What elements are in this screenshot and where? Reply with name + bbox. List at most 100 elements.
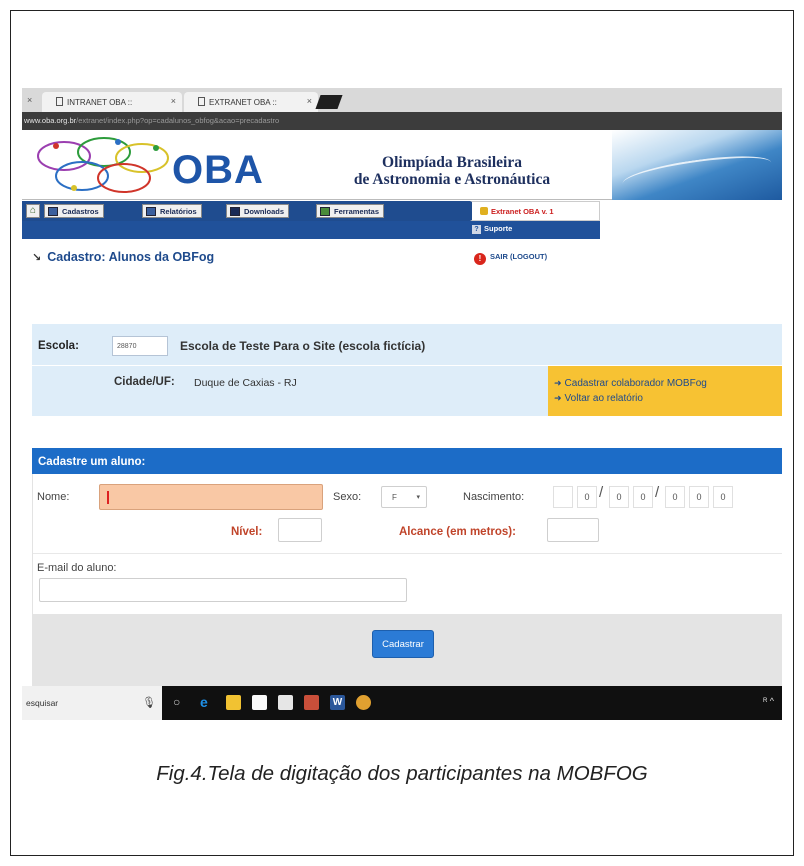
document-icon — [56, 97, 63, 106]
voltar-relatorio-link[interactable]: ➜ Voltar ao relatório — [554, 391, 782, 406]
main-menu-bar: ⌂ Cadastros Relatórios Downloads Ferrame… — [22, 201, 470, 221]
cadastrar-button[interactable]: Cadastrar — [372, 630, 434, 658]
browser-tab-strip: × INTRANET OBA :: × EXTRANET OBA :: × — [22, 88, 782, 112]
menu-item-ferramentas[interactable]: Ferramentas — [316, 204, 385, 218]
windows-taskbar: esquisar 🎙 ○ e W ᴿ ^ — [22, 686, 782, 720]
arrow-icon: ↘ — [32, 252, 42, 264]
home-icon[interactable]: ⌂ — [26, 204, 40, 218]
nascimento-blank-field[interactable] — [553, 486, 573, 508]
url-path: /extranet/index.php?op=cadalunos_obfog&a… — [76, 116, 280, 125]
search-text: esquisar — [26, 698, 59, 708]
nome-input[interactable] — [99, 484, 323, 510]
menu-item-label: Cadastros — [62, 207, 99, 216]
nivel-input[interactable] — [278, 518, 322, 542]
menu-item-cadastros[interactable]: Cadastros — [44, 204, 104, 218]
page-title-text: Cadastro: Alunos da OBFog — [47, 250, 215, 264]
cadastrar-colaborador-link[interactable]: ➜ Cadastrar colaborador MOBFog — [554, 376, 782, 391]
help-icon: ? — [472, 225, 481, 234]
word-icon[interactable]: W — [330, 695, 345, 710]
suporte-label: Suporte — [484, 224, 513, 233]
page-title: ↘ Cadastro: Alunos da OBFog — [32, 250, 214, 264]
escola-panel: Escola: 28870 Escola de Teste Para o Sit… — [32, 324, 782, 416]
store-icon[interactable] — [252, 695, 267, 710]
cidade-label: Cidade/UF: — [114, 376, 175, 388]
logout-label: SAIR (LOGOUT) — [490, 252, 548, 261]
chevron-down-icon: ▾ — [416, 494, 420, 501]
address-bar[interactable]: www.oba.org.br/extranet/index.php?op=cad… — [22, 112, 782, 130]
extranet-label: Extranet OBA v. 1 — [491, 207, 554, 216]
microphone-icon[interactable]: 🎙 — [142, 696, 156, 709]
link-label: Voltar ao relatório — [564, 393, 643, 404]
site-header: OBA Olimpíada Brasileira de Astronomia e… — [22, 130, 782, 200]
menu-item-label: Relatórios — [160, 207, 197, 216]
escola-name: Escola de Teste Para o Site (escola fict… — [180, 339, 426, 353]
site-title: Olimpíada Brasileira de Astronomia e Ast… — [322, 154, 582, 188]
stop-icon: ! — [474, 253, 486, 265]
email-input[interactable] — [39, 578, 407, 602]
relatorios-icon — [146, 207, 156, 216]
sexo-label: Sexo: — [333, 491, 362, 503]
suporte-link[interactable]: ? Suporte — [472, 224, 512, 234]
save-disk-icon — [230, 207, 240, 216]
oba-logo-text: OBA — [172, 148, 264, 192]
email-label: E-mail do aluno: — [37, 562, 117, 574]
alcance-input[interactable] — [547, 518, 599, 542]
sexo-select[interactable]: F ▾ — [381, 486, 427, 508]
tools-icon — [320, 207, 330, 216]
close-icon[interactable]: × — [27, 95, 32, 105]
close-icon[interactable]: × — [307, 96, 312, 106]
nivel-label: Nível: — [231, 526, 263, 538]
mail-icon[interactable] — [278, 695, 293, 710]
escola-label: Escola: — [38, 340, 79, 352]
app-icon[interactable] — [304, 695, 319, 710]
new-tab-button[interactable] — [315, 95, 343, 109]
menu-item-label: Ferramentas — [334, 207, 380, 216]
taskbar-search-input[interactable]: esquisar 🎙 — [22, 686, 162, 720]
form-footer: Cadastrar — [32, 614, 782, 688]
nascimento-year-2[interactable]: 0 — [713, 486, 733, 508]
menu-item-label: Downloads — [244, 207, 285, 216]
date-separator: / — [599, 484, 604, 501]
browser-tab-extranet[interactable]: EXTRANET OBA :: × — [184, 92, 318, 112]
nascimento-month-2[interactable]: 0 — [665, 486, 685, 508]
system-tray[interactable]: ᴿ ^ — [763, 696, 774, 706]
nascimento-day-1[interactable]: 0 — [577, 486, 597, 508]
cadastro-form: Nome: Sexo: F ▾ Nascimento: 0 / 0 0 / 0 … — [32, 474, 782, 614]
url-host: www.oba.org.br — [24, 116, 77, 125]
tab-label: INTRANET OBA :: — [67, 98, 133, 107]
logout-link[interactable]: ! SAIR (LOGOUT) — [474, 252, 547, 265]
alcance-label: Alcance (em metros): — [399, 526, 516, 538]
header-banner-image — [612, 130, 782, 200]
document-icon — [198, 97, 205, 106]
arrow-icon: ➜ — [554, 393, 562, 403]
figure-caption: Fig.4.Tela de digitação dos participante… — [156, 762, 648, 785]
nascimento-year-1[interactable]: 0 — [689, 486, 709, 508]
screenshot: × INTRANET OBA :: × EXTRANET OBA :: × ww… — [22, 88, 782, 720]
browser-tab-intranet[interactable]: INTRANET OBA :: × — [42, 92, 182, 112]
cidade-value: Duque de Caxias - RJ — [194, 377, 297, 389]
edge-browser-icon[interactable]: e — [200, 692, 208, 712]
oba-rings-logo-icon — [37, 137, 169, 193]
extranet-version-badge: Extranet OBA v. 1 — [470, 201, 600, 221]
nascimento-day-2[interactable]: 0 — [609, 486, 629, 508]
task-view-icon[interactable]: ○ — [173, 692, 180, 712]
sub-menu-bar: ? Suporte — [22, 221, 600, 239]
sexo-value: F — [392, 493, 397, 502]
arrow-icon: ➜ — [554, 378, 562, 388]
site-title-line1: Olimpíada Brasileira — [382, 154, 522, 171]
date-separator: / — [655, 484, 660, 501]
lock-icon — [480, 207, 488, 215]
cadastros-icon — [48, 207, 58, 216]
chrome-icon[interactable] — [356, 695, 371, 710]
menu-item-downloads[interactable]: Downloads — [226, 204, 290, 218]
close-icon[interactable]: × — [171, 96, 176, 106]
site-title-line2: de Astronomia e Astronáutica — [353, 171, 551, 188]
nome-label: Nome: — [37, 491, 70, 503]
escola-code-field: 28870 — [112, 336, 168, 356]
tab-label: EXTRANET OBA :: — [209, 98, 277, 107]
file-explorer-icon[interactable] — [226, 695, 241, 710]
nascimento-month-1[interactable]: 0 — [633, 486, 653, 508]
link-label: Cadastrar colaborador MOBFog — [564, 378, 707, 389]
side-links-box: ➜ Cadastrar colaborador MOBFog ➜ Voltar ao… — [548, 366, 782, 416]
menu-item-relatorios[interactable]: Relatórios — [142, 204, 202, 218]
